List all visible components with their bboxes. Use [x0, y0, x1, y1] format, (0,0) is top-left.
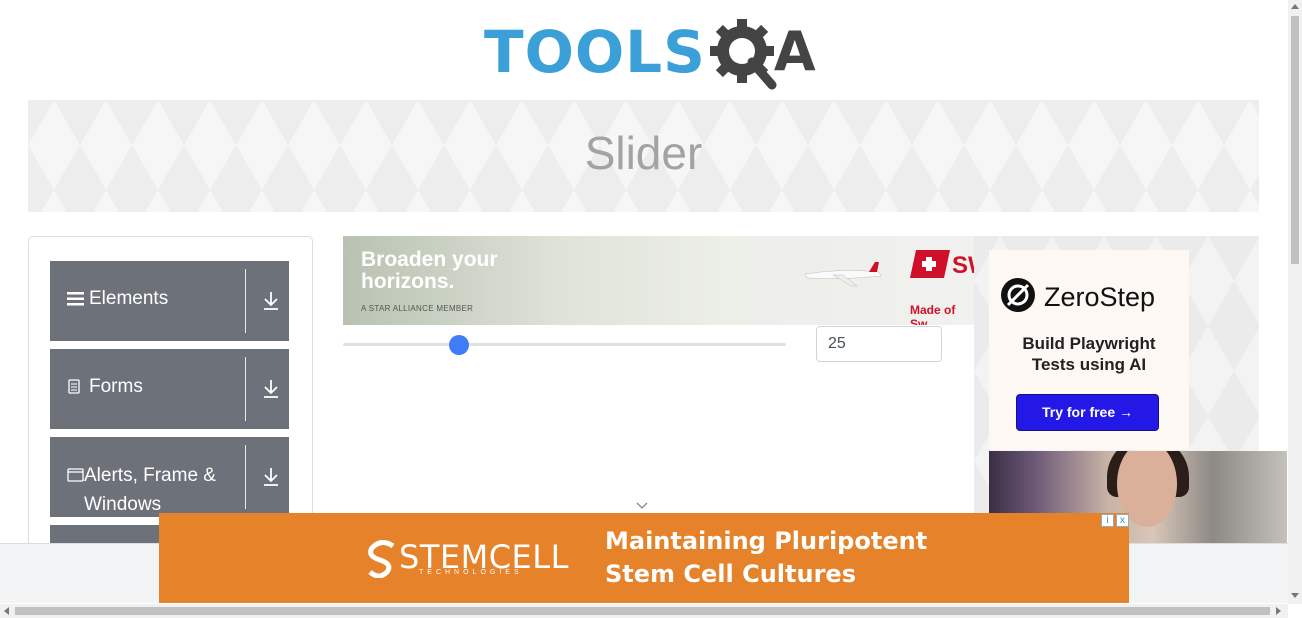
swiss-brand: SW	[910, 248, 974, 285]
sidebar: Elements Forms Alerts, Frame & Windows	[28, 236, 313, 558]
scroll-down-icon[interactable]	[1291, 593, 1299, 598]
stemcell-tagline: Maintaining Pluripotent Stem Cell Cultur…	[605, 525, 927, 591]
document-icon	[67, 372, 89, 401]
sidebar-group-label: Alerts, Frame & Windows	[84, 465, 216, 515]
window-icon	[67, 461, 84, 519]
download-icon	[262, 379, 280, 399]
divider	[245, 357, 246, 421]
range-slider-track[interactable]	[343, 343, 786, 346]
stemcell-ad[interactable]: STEMCELL TECHNOLOGIES Maintaining Plurip…	[159, 513, 1129, 603]
scroll-up-icon[interactable]	[1291, 4, 1299, 9]
slider-value-field[interactable]: 25	[816, 326, 942, 362]
adchoices-info-icon[interactable]: i	[1101, 514, 1114, 527]
ad-headline: Broaden your horizons.	[361, 248, 498, 293]
gear-magnifier-icon	[709, 17, 778, 90]
sidebar-group-forms[interactable]: Forms	[50, 349, 289, 429]
download-icon	[262, 291, 280, 311]
tagline-line-1: Maintaining Pluripotent	[605, 527, 928, 555]
stemcell-sub: TECHNOLOGIES	[419, 569, 523, 576]
zerostep-logo-icon	[1000, 277, 1036, 318]
vertical-scroll-thumb[interactable]	[1291, 16, 1299, 264]
sidebar-group-alerts[interactable]: Alerts, Frame & Windows	[50, 437, 289, 517]
divider	[245, 269, 246, 333]
airline-ad-banner[interactable]: Broaden your horizons. A STAR ALLIANCE M…	[343, 236, 974, 325]
scroll-left-icon[interactable]	[4, 607, 9, 615]
adchoices[interactable]: i x	[1101, 514, 1129, 527]
sidebar-group-elements[interactable]: Elements	[50, 261, 289, 341]
logo-text: TOOLS	[484, 18, 706, 86]
divider	[245, 445, 246, 509]
hamburger-icon	[67, 284, 89, 313]
tagline-line-2: Stem Cell Cultures	[605, 560, 856, 588]
vertical-scrollbar[interactable]	[1288, 0, 1302, 604]
scroll-right-icon[interactable]	[1276, 607, 1281, 615]
download-icon	[262, 467, 280, 487]
page-title: Slider	[584, 127, 703, 179]
toolsqa-logo[interactable]: TOOLS A	[484, 14, 816, 90]
try-for-free-button[interactable]: Try for free →	[1016, 394, 1159, 431]
logo-suffix: A	[773, 20, 816, 83]
page-banner: Slider	[28, 100, 1259, 212]
close-icon[interactable]: x	[1116, 514, 1129, 527]
sidebar-group-label: Forms	[89, 376, 143, 397]
sidebar-group-label: Elements	[89, 288, 169, 309]
ad-brand-partial: SW	[952, 252, 974, 279]
horizontal-scroll-thumb[interactable]	[15, 607, 1270, 615]
ad-made-of: Made of Sw	[910, 303, 956, 325]
airplane-icon	[804, 262, 882, 287]
ad-tagline: A STAR ALLIANCE MEMBER	[361, 304, 474, 313]
range-slider-thumb[interactable]	[449, 335, 469, 355]
zerostep-brand: ZeroStep	[1044, 282, 1156, 312]
stemcell-logo-icon	[367, 540, 397, 583]
zerostep-text: Build Playwright Tests using AI	[1022, 334, 1156, 374]
zerostep-ad[interactable]: ZeroStep Build Playwright Tests using AI…	[989, 250, 1189, 450]
horizontal-scrollbar[interactable]	[0, 604, 1288, 618]
